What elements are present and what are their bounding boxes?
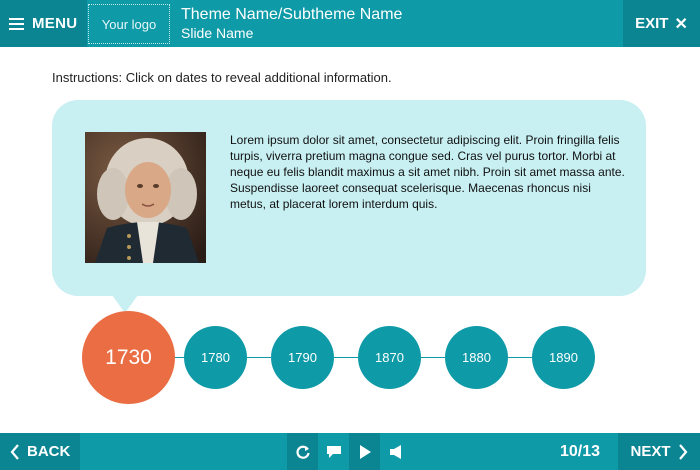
timeline-date[interactable]: 1890 — [532, 326, 595, 389]
replay-icon — [295, 445, 310, 459]
portrait-image — [85, 132, 206, 263]
instructions-text: Instructions: Click on dates to reveal a… — [52, 70, 392, 85]
chevron-left-icon — [10, 443, 19, 460]
hamburger-icon — [9, 17, 24, 30]
title-block: Theme Name/Subtheme Name Slide Name — [181, 6, 402, 42]
back-button[interactable]: BACK — [0, 433, 80, 470]
description-text: Lorem ipsum dolor sit amet, consectetur … — [230, 133, 625, 211]
volume-icon — [389, 444, 401, 459]
play-icon — [359, 444, 371, 459]
next-label: NEXT — [630, 443, 671, 460]
menu-button[interactable]: MENU — [0, 0, 87, 47]
logo-placeholder: Your logo — [88, 4, 170, 44]
replay-button[interactable] — [287, 433, 318, 470]
volume-button[interactable] — [380, 433, 411, 470]
comment-button[interactable] — [318, 433, 349, 470]
player-controls — [287, 433, 411, 470]
comment-icon — [326, 445, 341, 458]
next-button[interactable]: NEXT — [618, 433, 700, 470]
timeline-date[interactable]: 1790 — [271, 326, 334, 389]
timeline-date[interactable]: 1880 — [445, 326, 508, 389]
timeline-date[interactable]: 1780 — [184, 326, 247, 389]
exit-button[interactable]: EXIT ✕ — [623, 0, 700, 47]
close-icon: ✕ — [674, 15, 688, 33]
slide-name: Slide Name — [181, 25, 254, 41]
chevron-right-icon — [678, 443, 687, 460]
bottom-bar: BACK 10/13 NEXT — [0, 433, 700, 470]
exit-label: EXIT — [635, 15, 669, 32]
timeline-date-active[interactable]: 1730 — [82, 311, 175, 404]
theme-title: Theme Name/Subtheme Name — [181, 6, 403, 23]
page-counter: 10/13 — [560, 442, 601, 460]
play-button[interactable] — [349, 433, 380, 470]
back-label: BACK — [27, 443, 71, 460]
top-bar: MENU Your logo Theme Name/Subtheme Name … — [0, 0, 700, 47]
menu-label: MENU — [32, 15, 78, 32]
timeline-date[interactable]: 1870 — [358, 326, 421, 389]
